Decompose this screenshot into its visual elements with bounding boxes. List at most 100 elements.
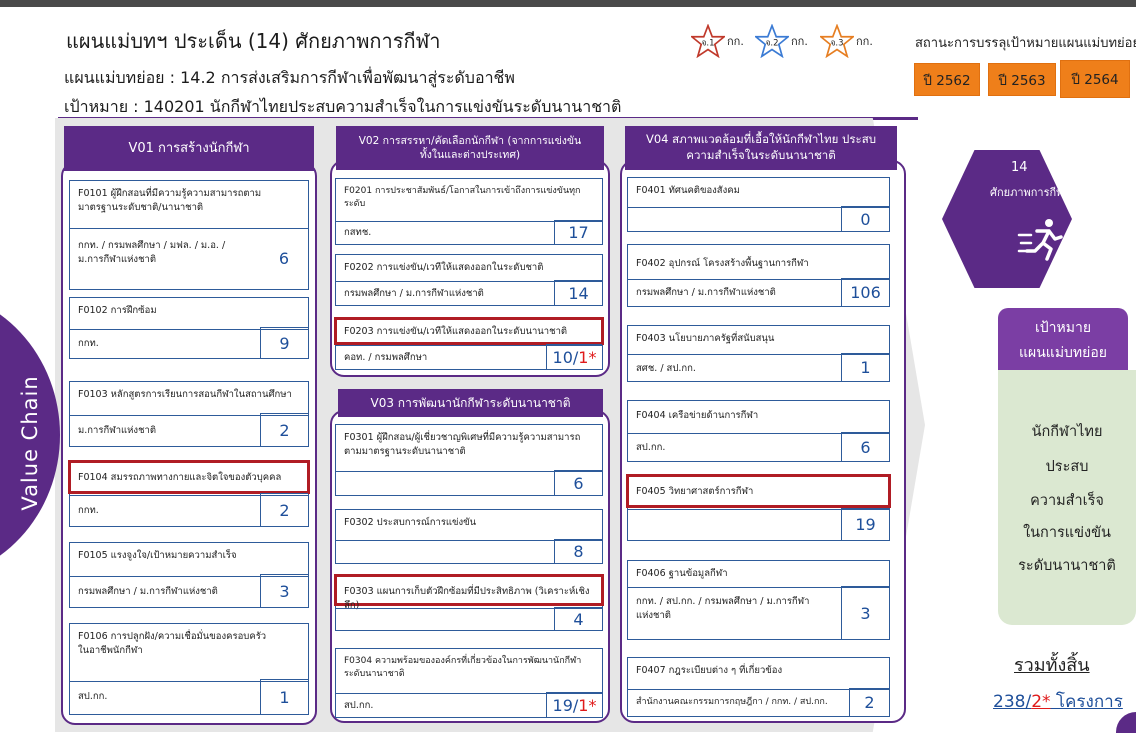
card-count: 1	[841, 353, 889, 381]
column-v01-header: V01 การสร้างนักกีฬา	[64, 126, 314, 171]
card-f0304[interactable]: F0304 ความพร้อมขององค์กรที่เกี่ยวข้องในก…	[335, 648, 603, 718]
card-title: F0407 กฎระเบียบต่าง ๆ ที่เกี่ยวข้อง	[636, 665, 783, 676]
year-2564-button[interactable]: ปี 2564	[1060, 60, 1130, 98]
card-count: 6	[278, 248, 290, 268]
card-title: F0403 นโยบายภาครัฐที่สนับสนุน	[636, 333, 775, 344]
card-agency: สป.กก.	[78, 691, 108, 702]
strategy-page: แผนแม่บทฯ ประเด็น (14) ศักยภาพการกีฬา แผ…	[0, 0, 1136, 733]
goal-line-2: ประสบ	[1045, 459, 1089, 475]
card-agency: ม.การกีฬาแห่งชาติ	[78, 425, 157, 436]
goal-label-2: แผนแม่บทย่อย	[1019, 345, 1107, 361]
subplan-title: แผนแม่บทย่อย : 14.2 การส่งเสริมการกีฬาเพ…	[64, 68, 515, 87]
card-agency: กรมพลศึกษา / ม.การกีฬาแห่งชาติ	[636, 287, 776, 298]
card-title: F0201 การประชาสัมพันธ์/โอกาสในการเข้าถึง…	[344, 186, 581, 210]
card-title: F0405 วิทยาศาสตร์การกีฬา	[636, 486, 754, 497]
card-title: F0105 แรงจูงใจ/เป้าหมายความสำเร็จ	[78, 550, 237, 561]
top-bar	[0, 0, 1136, 7]
goal-line-3: ความสำเร็จ	[1030, 493, 1104, 509]
goal-line-4: ในการแข่งขัน	[1023, 525, 1111, 541]
card-title: F0406 ฐานข้อมูลกีฬา	[636, 568, 728, 579]
card-f0402[interactable]: F0402 อุปกรณ์ โครงสร้างพื้นฐานการกีฬา กร…	[627, 244, 890, 307]
goal-line-1: นักกีฬาไทย	[1031, 424, 1103, 440]
column-v04-header: V04 สภาพแวดล้อมที่เอื้อให้นักกีฬาไทย ประ…	[625, 126, 897, 170]
card-f0101[interactable]: F0101 ผู้ฝึกสอนที่มีความรู้ความสามารถตาม…	[69, 180, 309, 290]
card-count: 6	[554, 470, 602, 495]
card-count: 3	[260, 574, 308, 607]
svg-text:จ.1: จ.1	[701, 38, 714, 48]
card-f0106[interactable]: F0106 การปลูกฝัง/ความเชื่อมั่นของครอบครั…	[69, 623, 309, 715]
card-f0301[interactable]: F0301 ผู้ฝึกสอน/ผู้เชี่ยวชาญพิเศษที่มีคว…	[335, 424, 603, 496]
card-count: 10/1*	[546, 344, 602, 369]
legend-item-2: จ.2 กก.	[755, 24, 808, 58]
card-f0401[interactable]: F0401 ทัศนคติของสังคม 0	[627, 177, 890, 232]
card-f0201[interactable]: F0201 การประชาสัมพันธ์/โอกาสในการเข้าถึง…	[335, 178, 603, 245]
issue-name: ศักยภาพการกีฬา	[990, 186, 1070, 199]
card-f0406[interactable]: F0406 ฐานข้อมูลกีฬา กกท. / สป.กก. / กรมพ…	[627, 560, 890, 640]
value-chain-label: Value Chain	[18, 375, 42, 511]
card-f0103[interactable]: F0103 หลักสูตรการเรียนการสอนกีฬาในสถานศึ…	[69, 381, 309, 447]
card-agency: กกท.	[78, 505, 99, 516]
card-count: 2	[849, 688, 889, 716]
card-agency: กรมพลศึกษา / ม.การกีฬาแห่งชาติ	[344, 288, 484, 299]
year-2562-button[interactable]: ปี 2562	[914, 63, 980, 96]
card-f0403[interactable]: F0403 นโยบายภาครัฐที่สนับสนุน สศช. / สป.…	[627, 325, 890, 382]
card-f0407[interactable]: F0407 กฎระเบียบต่าง ๆ ที่เกี่ยวข้อง สำนั…	[627, 657, 890, 717]
card-f0203[interactable]: F0203 การแข่งขัน/เวทีให้แสดงออกในระดับนา…	[334, 317, 604, 370]
card-title: F0103 หลักสูตรการเรียนการสอนกีฬาในสถานศึ…	[78, 389, 292, 400]
card-count: 2	[260, 493, 308, 526]
legend-item-1: จ.1 กก.	[691, 24, 744, 58]
status-title: สถานะการบรรลุเป้าหมายแผนแม่บทย่อย	[915, 36, 1136, 51]
card-count: 4	[554, 607, 602, 630]
card-count: 2	[260, 413, 308, 446]
card-title: F0402 อุปกรณ์ โครงสร้างพื้นฐานการกีฬา	[636, 258, 809, 269]
card-title: F0106 การปลูกฝัง/ความเชื่อมั่นของครอบครั…	[78, 631, 267, 656]
card-agency: สป.กก.	[344, 700, 374, 711]
card-count: 1	[260, 679, 308, 714]
card-f0102[interactable]: F0102 การฝึกซ้อม กกท. 9	[69, 297, 309, 359]
card-title: F0401 ทัศนคติของสังคม	[636, 185, 740, 196]
card-count: 17	[554, 220, 602, 244]
card-f0303[interactable]: F0303 แผนการเก็บตัวฝึกซ้อมที่มีประสิทธิภ…	[334, 574, 604, 631]
column-v03-header: V03 การพัฒนานักกีฬาระดับนานาชาติ	[338, 389, 603, 417]
card-agency: กสทช.	[344, 227, 372, 238]
card-count: 3	[841, 586, 889, 639]
card-title: F0202 การแข่งขัน/เวทีให้แสดงออกในระดับชา…	[344, 262, 544, 273]
card-count: 14	[554, 280, 602, 305]
page-title: แผนแม่บทฯ ประเด็น (14) ศักยภาพการกีฬา	[66, 29, 441, 53]
card-title: F0301 ผู้ฝึกสอน/ผู้เชี่ยวชาญพิเศษที่มีคว…	[344, 432, 581, 457]
card-count: 19/1*	[546, 692, 602, 717]
card-title: F0104 สมรรถภาพทางกายและจิตใจของตัวบุคคล	[78, 472, 282, 483]
card-agency: กกท. / กรมพลศึกษา / มฟล. / ม.อ. / ม.การก…	[78, 240, 226, 265]
card-agency: กรมพลศึกษา / ม.การกีฬาแห่งชาติ	[78, 586, 218, 597]
card-count: 8	[554, 539, 602, 563]
column-v02-header: V02 การสรรหา/คัดเลือกนักกีฬา (จากการแข่ง…	[336, 126, 604, 170]
card-agency: สำนักงานคณะกรรมการกฤษฎีกา / กกท. / สป.กก…	[636, 697, 828, 707]
card-agency: สป.กก.	[636, 442, 666, 453]
star-icon: จ.1	[691, 24, 725, 58]
total-label: รวมทั้งสิ้น	[1014, 655, 1090, 676]
card-f0202[interactable]: F0202 การแข่งขัน/เวทีให้แสดงออกในระดับชา…	[335, 254, 603, 306]
svg-text:จ.2: จ.2	[765, 38, 778, 48]
star-icon: จ.3	[820, 24, 854, 58]
goal-label: เป้าหมาย	[1034, 320, 1092, 336]
card-title: F0101 ผู้ฝึกสอนที่มีความรู้ความสามารถตาม…	[78, 188, 262, 213]
corner-decoration	[1116, 712, 1136, 733]
card-agency: สศช. / สป.กก.	[636, 363, 696, 374]
year-2563-button[interactable]: ปี 2563	[988, 63, 1056, 96]
card-f0404[interactable]: F0404 เครือข่ายด้านการกีฬา สป.กก. 6	[627, 400, 890, 462]
star-icon: จ.2	[755, 24, 789, 58]
card-count: 6	[841, 432, 889, 461]
card-agency: กกท. / สป.กก. / กรมพลศึกษา / ม.การกีฬาแห…	[636, 596, 810, 621]
svg-text:จ.3: จ.3	[830, 38, 843, 48]
card-title: F0102 การฝึกซ้อม	[78, 305, 157, 316]
card-f0405[interactable]: F0405 วิทยาศาสตร์การกีฬา 19	[626, 474, 891, 541]
card-count: 106	[841, 278, 889, 306]
card-title: F0404 เครือข่ายด้านการกีฬา	[636, 410, 759, 421]
legend-item-3: จ.3 กก.	[820, 24, 873, 58]
legend-label: กก.	[791, 35, 808, 48]
card-f0104[interactable]: F0104 สมรรถภาพทางกายและจิตใจของตัวบุคคล …	[68, 460, 310, 527]
goal-line-5: ระดับนานาชาติ	[1018, 558, 1116, 574]
card-f0105[interactable]: F0105 แรงจูงใจ/เป้าหมายความสำเร็จ กรมพลศ…	[69, 542, 309, 608]
legend-label: กก.	[856, 35, 873, 48]
card-f0302[interactable]: F0302 ประสบการณ์การแข่งขัน 8	[335, 509, 603, 564]
